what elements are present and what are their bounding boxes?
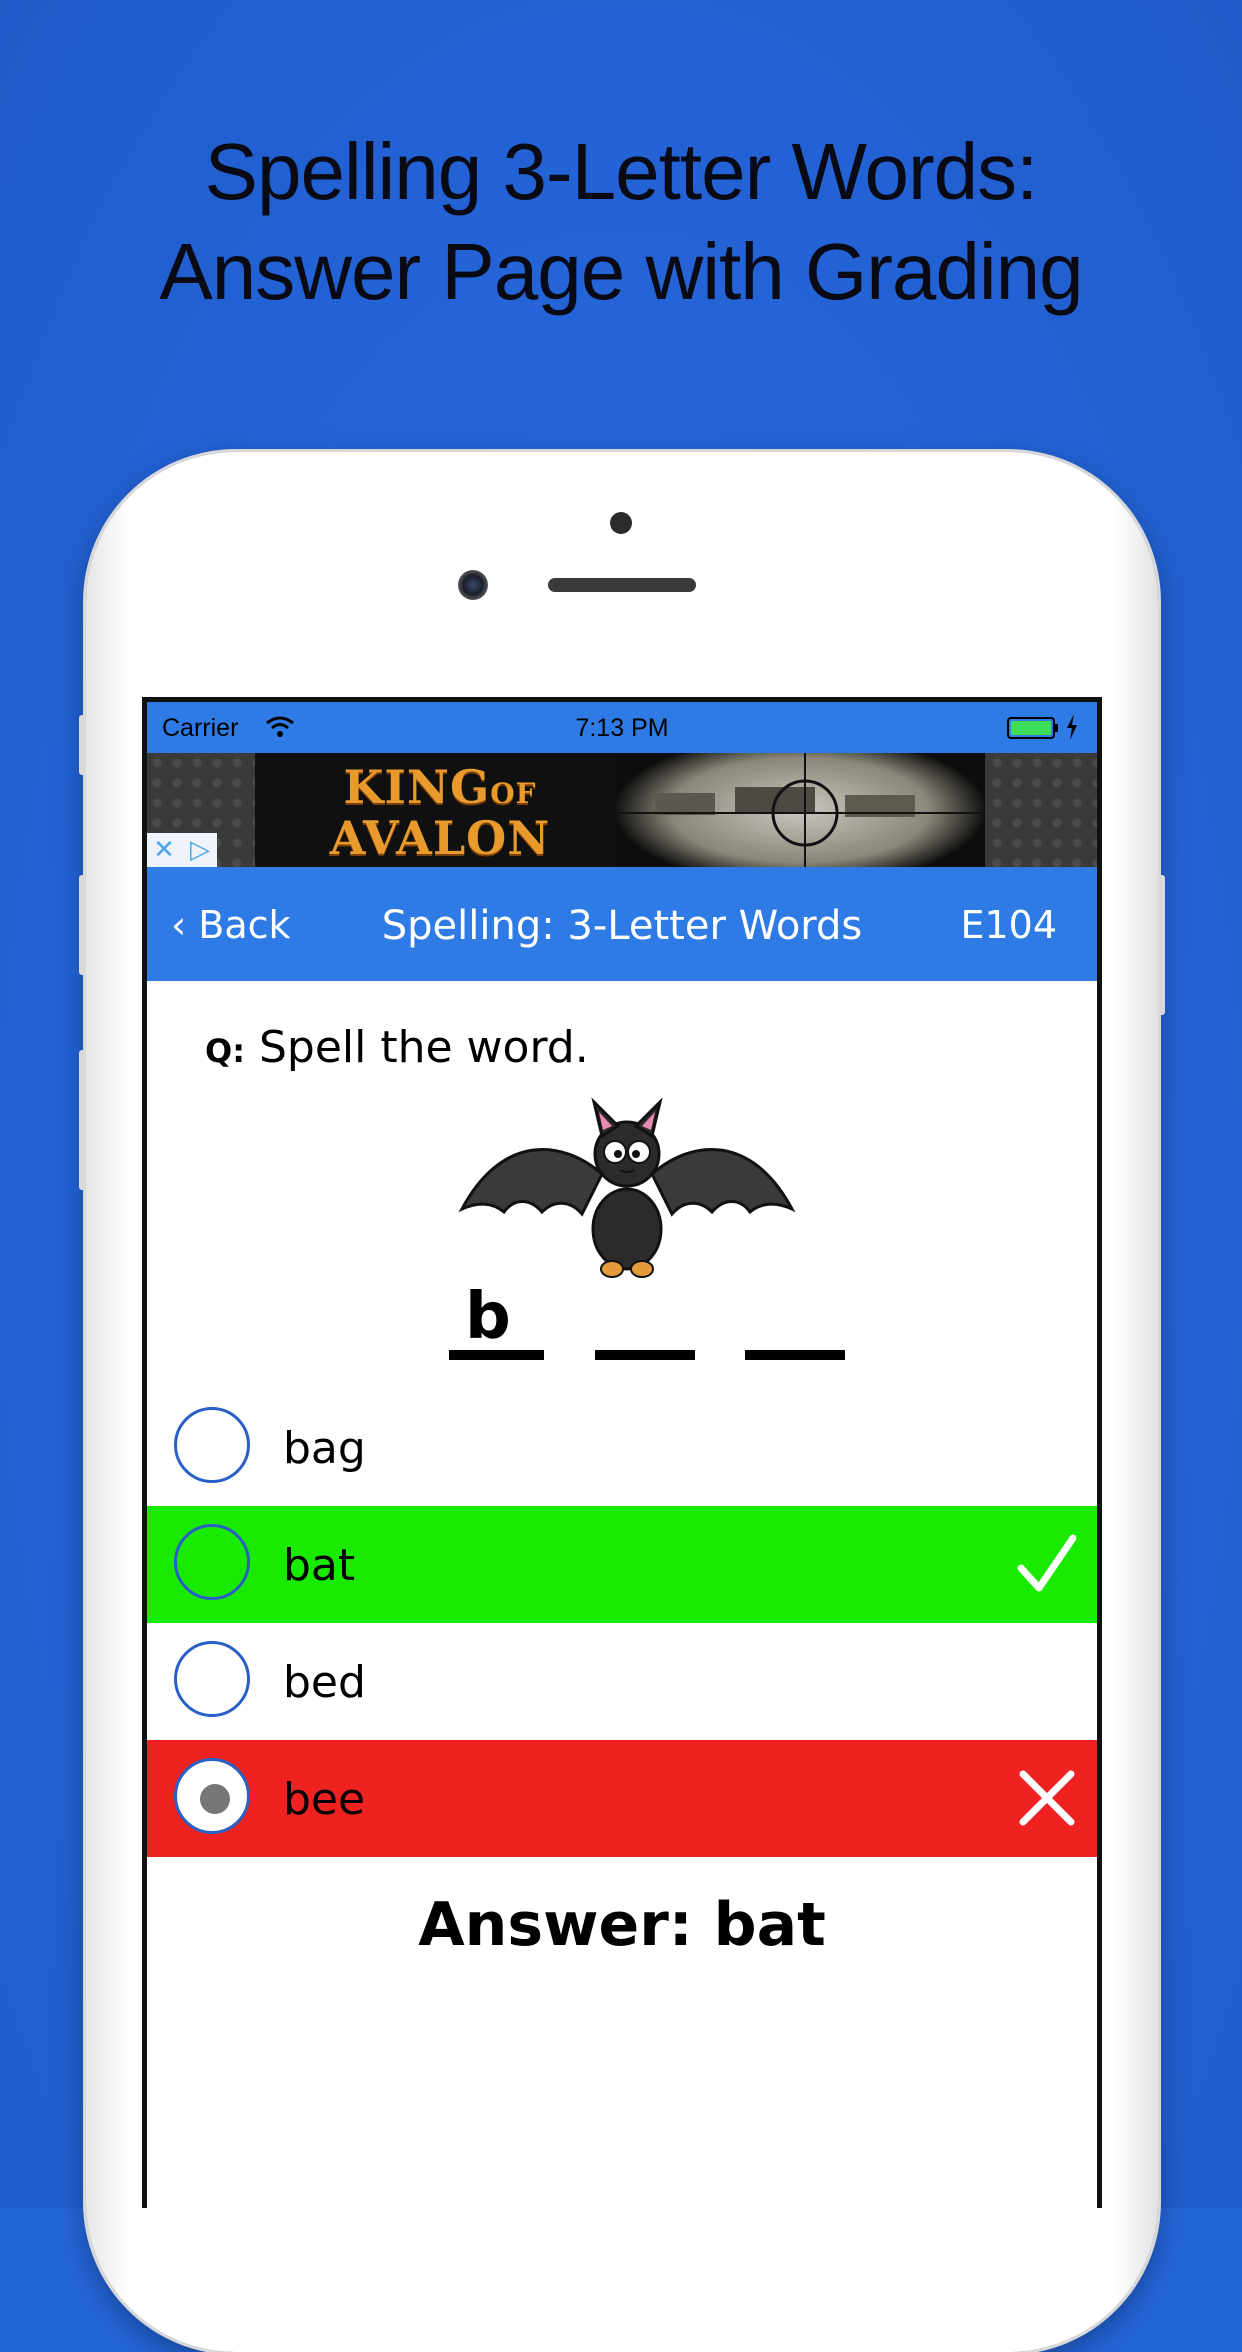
question-text: Spell the word. <box>259 1022 589 1073</box>
question-prefix: Q: <box>205 1032 245 1070</box>
marketing-title-line1: Spelling 3-Letter Words: <box>204 127 1039 216</box>
question-prompt: Q: Spell the word. <box>205 1022 589 1073</box>
blank-1 <box>449 1350 544 1360</box>
option-label: bed <box>283 1657 366 1708</box>
radio-button[interactable] <box>174 1641 250 1717</box>
ad-choices[interactable]: ✕ ▷ <box>147 833 217 867</box>
phone-screen: Carrier 7:13 PM KINGOF AVALON ✕ ▷ ‹ Back… <box>142 697 1102 2208</box>
marketing-title: Spelling 3-Letter Words: Answer Page wit… <box>0 122 1242 322</box>
radio-button[interactable] <box>174 1407 250 1483</box>
phone-silent-switch <box>79 715 86 775</box>
battery-icon <box>1007 717 1058 739</box>
blank-2 <box>595 1350 695 1360</box>
option-bee[interactable]: bee <box>147 1740 1097 1857</box>
bat-image <box>458 1097 796 1278</box>
answer-text: Answer: bat <box>418 1890 826 1960</box>
ad-scope-scene-image <box>615 753 985 867</box>
earpiece-speaker <box>548 578 696 592</box>
ad-close-icon[interactable]: ✕ <box>147 833 181 867</box>
proximity-sensor <box>610 512 632 534</box>
phone-volume-up <box>79 875 86 975</box>
nav-title: Spelling: 3-Letter Words <box>381 903 863 949</box>
option-bat[interactable]: bat <box>147 1506 1097 1623</box>
phone-power-button <box>1158 875 1165 1015</box>
marketing-title-line2: Answer Page with Grading <box>159 227 1083 316</box>
exercise-code: E104 <box>960 903 1057 947</box>
front-camera <box>458 570 488 600</box>
phone-volume-down <box>79 1050 86 1190</box>
radio-button-selected[interactable] <box>174 1758 250 1834</box>
option-label: bat <box>283 1540 356 1591</box>
option-bag[interactable]: bag <box>147 1389 1097 1506</box>
charging-bolt-icon <box>1067 714 1077 740</box>
checkmark-icon <box>1017 1534 1077 1592</box>
radio-button[interactable] <box>174 1524 250 1600</box>
answer-options: bag bat bed bee <box>147 1389 1097 1857</box>
ad-banner[interactable]: KINGOF AVALON ✕ ▷ <box>147 753 1097 867</box>
spelling-blanks: b <box>427 1272 847 1382</box>
ad-image[interactable]: KINGOF AVALON <box>255 753 985 867</box>
status-time: 7:13 PM <box>575 714 669 742</box>
cross-icon <box>1019 1770 1075 1826</box>
ad-logo: KINGOF AVALON <box>329 760 551 865</box>
first-letter: b <box>465 1280 511 1354</box>
app-screen: Carrier 7:13 PM KINGOF AVALON ✕ ▷ ‹ Back… <box>147 702 1097 2208</box>
navigation-bar: ‹ Back Spelling: 3-Letter Words E104 <box>147 867 1097 981</box>
option-bed[interactable]: bed <box>147 1623 1097 1740</box>
ad-info-icon[interactable]: ▷ <box>183 833 217 867</box>
blank-3 <box>745 1350 845 1360</box>
status-bar: Carrier 7:13 PM <box>147 702 1097 753</box>
radio-selected-dot <box>200 1784 230 1814</box>
option-label: bee <box>283 1774 366 1825</box>
option-label: bag <box>283 1423 366 1474</box>
